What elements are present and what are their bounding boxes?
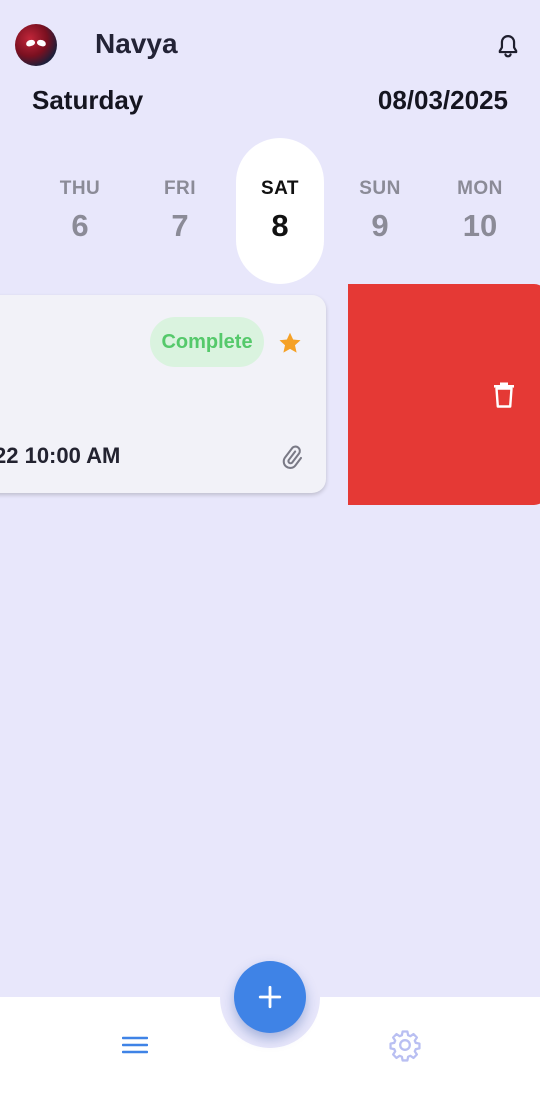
date-sun[interactable]: SUN 9 bbox=[336, 138, 424, 284]
gear-icon[interactable] bbox=[388, 1028, 422, 1062]
paperclip-icon[interactable] bbox=[278, 444, 304, 470]
avatar-eye-left bbox=[25, 38, 36, 48]
avatar-eye-right bbox=[36, 38, 47, 48]
status-badge: Complete bbox=[150, 317, 264, 367]
date-fri[interactable]: FRI 7 bbox=[136, 138, 224, 284]
date-dom: 9 bbox=[371, 208, 389, 243]
date-dom: 6 bbox=[71, 208, 89, 243]
star-icon[interactable] bbox=[277, 330, 303, 356]
menu-icon[interactable] bbox=[121, 1034, 149, 1056]
task-due-time: 22 10:00 AM bbox=[0, 443, 121, 468]
date-dow: MON bbox=[457, 178, 503, 199]
date-dow: THU bbox=[59, 178, 101, 199]
date-mon[interactable]: MON 10 bbox=[436, 138, 524, 284]
date-thu[interactable]: THU 6 bbox=[36, 138, 124, 284]
bell-icon[interactable] bbox=[494, 32, 522, 60]
selected-full-date: 08/03/2025 bbox=[377, 85, 508, 115]
avatar[interactable] bbox=[15, 24, 57, 66]
selected-day-name: Saturday bbox=[32, 85, 144, 115]
trash-icon[interactable] bbox=[492, 382, 516, 408]
date-dom: 10 bbox=[462, 208, 498, 243]
plus-icon bbox=[258, 985, 282, 1009]
user-name: Navya bbox=[95, 28, 178, 59]
date-sat-selected[interactable]: SAT 8 bbox=[236, 138, 324, 284]
date-dom: 7 bbox=[171, 208, 189, 243]
date-dow: SUN bbox=[359, 178, 401, 199]
add-task-button[interactable] bbox=[234, 961, 306, 1033]
date-dow: FRI bbox=[163, 178, 197, 199]
date-dow: SAT bbox=[260, 178, 300, 199]
date-dom: 8 bbox=[271, 208, 289, 243]
